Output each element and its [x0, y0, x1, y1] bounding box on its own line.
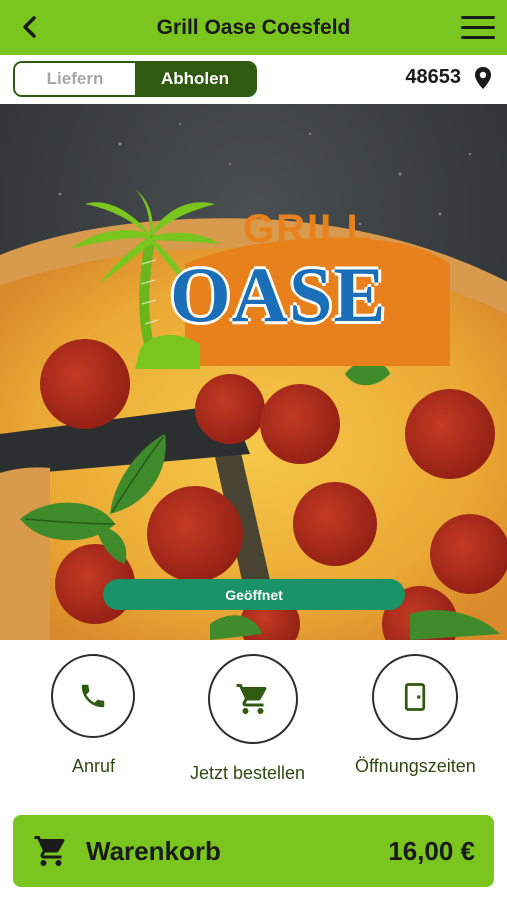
hero-image: GRILL OASE — [0, 104, 507, 640]
delivery-mode-toggle: Liefern Abholen — [13, 61, 257, 97]
order-now-action[interactable] — [208, 654, 298, 744]
page-title: Grill Oase Coesfeld — [156, 16, 351, 39]
cart-icon — [236, 684, 267, 714]
logo-text-oase: OASE — [170, 251, 387, 338]
call-circle[interactable] — [51, 654, 135, 738]
toggle-option-abholen[interactable]: Abholen — [135, 63, 255, 95]
location-pin-icon[interactable] — [473, 66, 493, 90]
phone-icon — [81, 684, 105, 708]
cart-bar[interactable]: Warenkorb 16,00 € — [13, 815, 494, 887]
order-circle[interactable] — [208, 654, 298, 744]
open-status-button[interactable]: Geöffnet — [103, 579, 405, 610]
hamburger-icon-line — [461, 16, 495, 19]
order-now-label: Jetzt bestellen — [190, 763, 306, 783]
location-zip[interactable]: 48653 — [405, 66, 461, 89]
cart-total: 16,00 € — [388, 836, 475, 866]
opening-hours-action[interactable] — [372, 654, 458, 740]
hamburger-icon-line — [461, 26, 495, 29]
toggle-option-liefern[interactable]: Liefern — [15, 63, 135, 95]
logo-text-grill: GRILL — [243, 207, 373, 251]
menu-button[interactable] — [461, 14, 497, 42]
cart-icon — [34, 836, 65, 866]
door-icon — [404, 683, 426, 711]
cart-label: Warenkorb — [86, 836, 221, 866]
opening-hours-label: Öffnungszeiten — [355, 756, 476, 776]
call-action[interactable] — [51, 654, 135, 738]
back-button[interactable] — [14, 12, 44, 42]
call-label: Anruf — [72, 756, 116, 776]
pizza-illustration — [0, 104, 507, 640]
hamburger-icon-line — [461, 36, 495, 39]
hours-circle[interactable] — [372, 654, 458, 740]
app-header: Grill Oase Coesfeld — [0, 0, 507, 55]
chevron-left-icon — [23, 16, 36, 38]
